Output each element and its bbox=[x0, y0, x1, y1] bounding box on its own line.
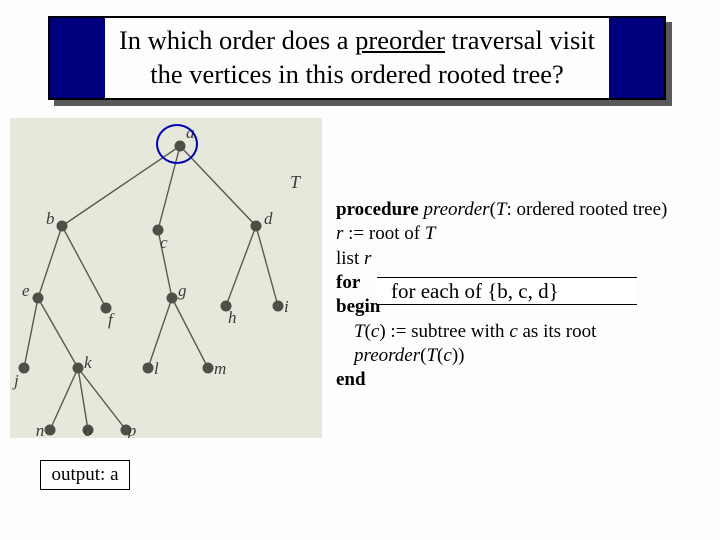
node-label-g: g bbox=[178, 281, 187, 300]
output-text: output: a bbox=[51, 464, 118, 486]
code-line: T(c) := subtree with c as its root bbox=[336, 320, 716, 344]
title-part: traversal visit bbox=[445, 25, 595, 55]
node-label-o: o bbox=[84, 421, 93, 438]
for-overlay: for each of {b, c, d} bbox=[377, 277, 637, 305]
kw-procedure: procedure bbox=[336, 199, 423, 220]
node-label-m: m bbox=[214, 359, 226, 378]
node-label-j: j bbox=[12, 371, 19, 390]
tree-diagram: a T b c d e f g h i j k l m n o p bbox=[10, 118, 322, 438]
t: := root of bbox=[343, 223, 424, 244]
t: : ordered rooted tree) bbox=[506, 199, 667, 220]
var-c: c bbox=[509, 321, 517, 342]
code-line: procedure preorder(T: ordered rooted tre… bbox=[336, 198, 716, 222]
code-line: r := root of T bbox=[336, 222, 716, 246]
code-line: list r bbox=[336, 247, 716, 271]
node-label-e: e bbox=[22, 281, 30, 300]
node-label-d: d bbox=[264, 209, 273, 228]
fn-name: preorder bbox=[354, 345, 420, 366]
var-T: T bbox=[425, 223, 436, 244]
t: ) := subtree with bbox=[379, 321, 509, 342]
node-label-b: b bbox=[46, 209, 55, 228]
node-label-l: l bbox=[154, 359, 159, 378]
node-label-n: n bbox=[36, 421, 45, 438]
title-part: the vertices in this ordered rooted tree… bbox=[150, 59, 564, 89]
node-label-c: c bbox=[160, 233, 168, 252]
node-label-k: k bbox=[84, 353, 92, 372]
var-c: c bbox=[443, 345, 451, 366]
t: as its root bbox=[518, 321, 597, 342]
code-line: preorder(T(c)) bbox=[336, 344, 716, 368]
slide: In which order does a preorder traversal… bbox=[0, 0, 720, 540]
code-line: end bbox=[336, 368, 716, 392]
var-T: T bbox=[426, 345, 437, 366]
tree-label-T: T bbox=[290, 172, 302, 192]
node-label-f: f bbox=[108, 310, 115, 329]
kw-for: for bbox=[336, 272, 360, 293]
title-box: In which order does a preorder traversal… bbox=[48, 16, 666, 100]
node-label-p: p bbox=[127, 421, 137, 438]
t: )) bbox=[452, 345, 465, 366]
kw-end: end bbox=[336, 369, 366, 390]
node-label-i: i bbox=[284, 297, 289, 316]
var-T: T bbox=[354, 321, 365, 342]
highlight-circle-icon bbox=[156, 124, 198, 164]
kw-begin: begin bbox=[336, 296, 380, 317]
var-r: r bbox=[364, 248, 371, 269]
var-T: T bbox=[496, 199, 507, 220]
output-box: output: a bbox=[40, 460, 130, 490]
overlay-text: for each of {b, c, d} bbox=[391, 279, 559, 304]
title-part: In which order does a bbox=[119, 25, 355, 55]
title-text: In which order does a preorder traversal… bbox=[105, 18, 609, 98]
t: list bbox=[336, 248, 364, 269]
title-underline: preorder bbox=[355, 25, 445, 55]
node-label-h: h bbox=[228, 308, 237, 327]
fn-name: preorder bbox=[423, 199, 489, 220]
